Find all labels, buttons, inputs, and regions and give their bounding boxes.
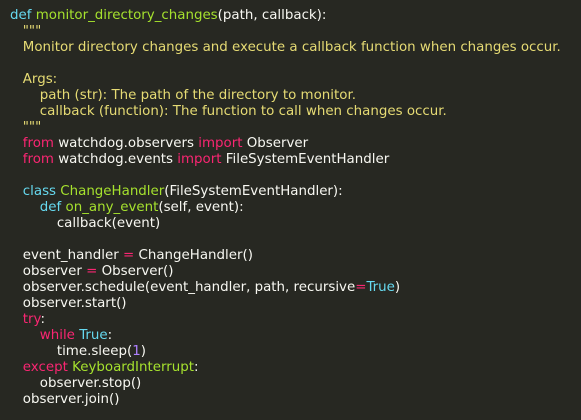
code-line[interactable]: observer.join() bbox=[10, 392, 581, 408]
code-token-string: Args: bbox=[10, 72, 58, 87]
code-line[interactable]: observer = Observer() bbox=[10, 264, 581, 280]
code-line[interactable]: callback (function): The function to cal… bbox=[10, 104, 581, 120]
code-token-plain: observer bbox=[10, 264, 87, 279]
code-token-plain: ) bbox=[394, 280, 401, 295]
code-token-plain: Observer() bbox=[97, 264, 174, 279]
code-line[interactable]: def monitor_directory_changes(path, call… bbox=[10, 8, 581, 24]
code-token-plain: observer.stop() bbox=[10, 376, 142, 391]
code-line[interactable]: event_handler = ChangeHandler() bbox=[10, 248, 581, 264]
code-line[interactable]: """ bbox=[10, 24, 581, 40]
code-token-keyword: except bbox=[22, 360, 68, 375]
code-token-keyword: while bbox=[39, 328, 75, 343]
code-token-string: """ bbox=[10, 120, 42, 135]
code-token-plain: event_handler bbox=[10, 248, 124, 263]
code-token-keyword: = bbox=[355, 280, 367, 295]
code-token-plain: observer.join() bbox=[10, 392, 120, 407]
code-token-string: Monitor directory changes and execute a … bbox=[10, 40, 561, 55]
code-token-plain: FileSystemEventHandler bbox=[221, 152, 390, 167]
code-token-plain: observer.schedule(event_handler, path, r… bbox=[10, 280, 356, 295]
code-line[interactable]: callback(event) bbox=[10, 216, 581, 232]
code-line[interactable]: path (str): The path of the directory to… bbox=[10, 88, 581, 104]
code-token-plain: (self, event): bbox=[158, 200, 244, 215]
code-line[interactable]: observer.start() bbox=[10, 296, 581, 312]
code-token-keyword: = bbox=[123, 248, 135, 263]
code-token-keyword: import bbox=[198, 136, 243, 151]
code-token-constant: True bbox=[79, 328, 108, 343]
code-token-number: 1 bbox=[132, 344, 141, 359]
code-token-keyword: from bbox=[22, 152, 54, 167]
code-token-keyword: try bbox=[22, 312, 41, 327]
code-token-def: class bbox=[22, 184, 61, 199]
code-line[interactable]: class ChangeHandler(FileSystemEventHandl… bbox=[10, 184, 581, 200]
code-token-func: on_any_event bbox=[65, 200, 159, 215]
code-line[interactable] bbox=[10, 232, 581, 248]
code-line[interactable] bbox=[10, 168, 581, 184]
code-token-func: monitor_directory_changes bbox=[35, 8, 218, 23]
code-token-class: ChangeHandler bbox=[60, 184, 165, 199]
code-line[interactable]: time.sleep(1) bbox=[10, 344, 581, 360]
code-token-constant: True bbox=[366, 280, 395, 295]
code-token-plain: : bbox=[107, 328, 113, 343]
code-token-plain: ) bbox=[140, 344, 146, 359]
code-line[interactable]: Args: bbox=[10, 72, 581, 88]
code-token-plain: watchdog.observers bbox=[53, 136, 199, 151]
code-token-keyword: from bbox=[22, 136, 54, 151]
code-token-def: def bbox=[39, 200, 66, 215]
code-line[interactable]: from watchdog.events import FileSystemEv… bbox=[10, 152, 581, 168]
code-token-string: """ bbox=[10, 24, 42, 39]
code-token-class: KeyboardInterrupt bbox=[72, 360, 194, 375]
code-token-plain: : bbox=[193, 360, 199, 375]
code-token-plain: callback(event) bbox=[10, 216, 161, 231]
code-editor[interactable]: def monitor_directory_changes(path, call… bbox=[0, 0, 581, 420]
code-line[interactable]: Monitor directory changes and execute a … bbox=[10, 40, 581, 56]
code-token-string: path (str): The path of the directory to… bbox=[10, 88, 356, 103]
code-line[interactable]: observer.schedule(event_handler, path, r… bbox=[10, 280, 581, 296]
code-line[interactable] bbox=[10, 56, 581, 72]
code-token-keyword: = bbox=[86, 264, 98, 279]
code-token-plain: observer.start() bbox=[10, 296, 127, 311]
code-line[interactable]: """ bbox=[10, 120, 581, 136]
code-token-plain: watchdog.events bbox=[53, 152, 178, 167]
code-token-plain: Observer bbox=[242, 136, 309, 151]
code-token-plain: ChangeHandler() bbox=[134, 248, 253, 263]
code-line[interactable]: observer.stop() bbox=[10, 376, 581, 392]
code-token-plain: time.sleep( bbox=[10, 344, 133, 359]
code-token-plain: (path, callback): bbox=[217, 8, 327, 23]
code-line[interactable]: while True: bbox=[10, 328, 581, 344]
code-token-plain: (FileSystemEventHandler): bbox=[164, 184, 343, 199]
code-token-keyword: import bbox=[177, 152, 222, 167]
code-line[interactable]: def on_any_event(self, event): bbox=[10, 200, 581, 216]
code-token-plain: : bbox=[40, 312, 46, 327]
code-token-def: def bbox=[10, 8, 36, 23]
code-line[interactable]: try: bbox=[10, 312, 581, 328]
code-line[interactable]: except KeyboardInterrupt: bbox=[10, 360, 581, 376]
code-line[interactable]: from watchdog.observers import Observer bbox=[10, 136, 581, 152]
code-token-string: callback (function): The function to cal… bbox=[10, 104, 447, 119]
